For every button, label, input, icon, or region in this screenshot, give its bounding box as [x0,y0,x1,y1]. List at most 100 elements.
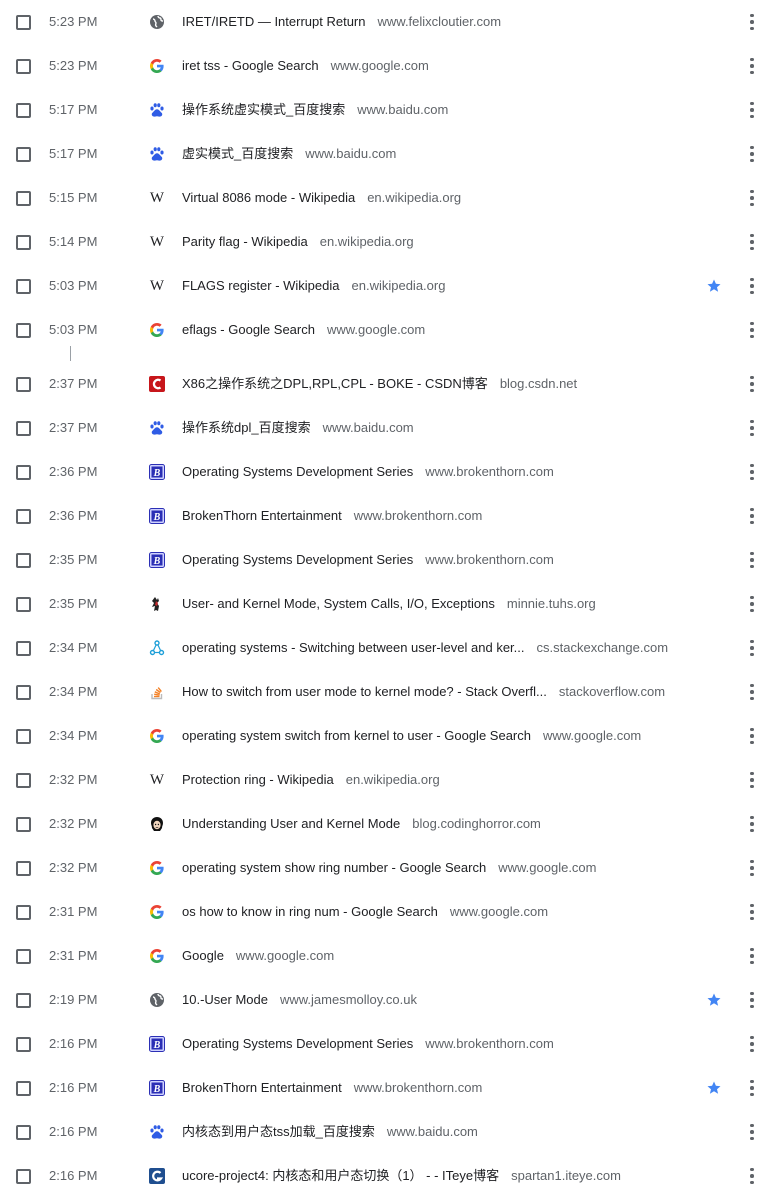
history-entry[interactable]: 5:17 PM 操作系统虚实模式_百度搜索 www.baidu.com [0,88,773,132]
history-entry[interactable]: 5:23 PM IRET/IRETD — Interrupt Return www.… [0,0,773,44]
select-checkbox[interactable] [16,279,31,294]
entry-title[interactable]: iret tss - Google Search [182,58,319,73]
select-checkbox[interactable] [16,861,31,876]
entry-domain[interactable]: www.baidu.com [323,420,414,435]
entry-link[interactable]: IRET/IRETD — Interrupt Return www.felixcl… [182,0,501,44]
more-actions-icon[interactable] [745,276,759,296]
more-actions-icon[interactable] [745,550,759,570]
select-checkbox[interactable] [16,465,31,480]
history-entry[interactable]: 5:14 PM W Parity flag - Wikipedia en.wikipe… [0,220,773,264]
more-actions-icon[interactable] [745,56,759,76]
more-actions-icon[interactable] [745,1034,759,1054]
entry-domain[interactable]: minnie.tuhs.org [507,596,596,611]
entry-title[interactable]: BrokenThorn Entertainment [182,1080,342,1095]
entry-link[interactable]: 内核态到用户态tss加载_百度搜索 www.baidu.com [182,1110,478,1154]
entry-domain[interactable]: en.wikipedia.org [346,772,440,787]
history-entry[interactable]: 2:32 PM operating system show ring number… [0,846,773,890]
entry-title[interactable]: Parity flag - Wikipedia [182,234,308,249]
select-checkbox[interactable] [16,773,31,788]
entry-title[interactable]: 操作系统虚实模式_百度搜索 [182,102,345,117]
select-checkbox[interactable] [16,377,31,392]
history-entry[interactable]: 2:35 PM User- and Kernel Mode, System Cal… [0,582,773,626]
entry-domain[interactable]: www.brokenthorn.com [425,464,554,479]
entry-title[interactable]: X86之操作系统之DPL,RPL,CPL - BOKE - CSDN博客 [182,376,488,391]
entry-link[interactable]: BrokenThorn Entertainment www.brokenthorn… [182,494,482,538]
more-actions-icon[interactable] [745,1166,759,1186]
select-checkbox[interactable] [16,685,31,700]
entry-link[interactable]: 操作系统dpl_百度搜索 www.baidu.com [182,406,414,450]
more-actions-icon[interactable] [745,946,759,966]
select-checkbox[interactable] [16,1081,31,1096]
entry-link[interactable]: 操作系统虚实模式_百度搜索 www.baidu.com [182,88,448,132]
entry-title[interactable]: IRET/IRETD — Interrupt Return [182,14,366,29]
history-entry[interactable]: 5:03 PM eflags - Google Search www.google.… [0,308,773,352]
entry-title[interactable]: os how to know in ring num - Google Sear… [182,904,438,919]
entry-domain[interactable]: www.baidu.com [387,1124,478,1139]
more-actions-icon[interactable] [745,990,759,1010]
entry-title[interactable]: Understanding User and Kernel Mode [182,816,400,831]
entry-link[interactable]: How to switch from user mode to kernel m… [182,670,665,714]
entry-domain[interactable]: www.brokenthorn.com [425,1036,554,1051]
entry-title[interactable]: FLAGS register - Wikipedia [182,278,340,293]
entry-domain[interactable]: www.jamesmolloy.co.uk [280,992,417,1007]
select-checkbox[interactable] [16,509,31,524]
entry-domain[interactable]: www.google.com [543,728,641,743]
history-entry[interactable]: 2:31 PM os how to know in ring num - Goog… [0,890,773,934]
select-checkbox[interactable] [16,817,31,832]
entry-domain[interactable]: www.google.com [331,58,429,73]
more-actions-icon[interactable] [745,902,759,922]
entry-link[interactable]: Google www.google.com [182,934,334,978]
entry-title[interactable]: BrokenThorn Entertainment [182,508,342,523]
entry-domain[interactable]: blog.csdn.net [500,376,577,391]
entry-link[interactable]: FLAGS register - Wikipedia en.wikipedia.o… [182,264,445,308]
history-entry[interactable]: 2:16 PM 内核态到用户态tss加载_百度搜索 www.baidu.com [0,1110,773,1154]
entry-title[interactable]: 10.-User Mode [182,992,268,1007]
history-entry[interactable]: 2:34 PM operating systems - Switching bet… [0,626,773,670]
more-actions-icon[interactable] [745,638,759,658]
more-actions-icon[interactable] [745,1078,759,1098]
select-checkbox[interactable] [16,905,31,920]
more-actions-icon[interactable] [745,814,759,834]
history-entry[interactable]: 2:34 PM How to switch from user mode to k… [0,670,773,714]
entry-link[interactable]: os how to know in ring num - Google Sear… [182,890,548,934]
select-checkbox[interactable] [16,949,31,964]
entry-domain[interactable]: en.wikipedia.org [320,234,414,249]
history-entry[interactable]: 5:03 PM W FLAGS register - Wikipedia en.wik… [0,264,773,308]
entry-domain[interactable]: stackoverflow.com [559,684,665,699]
more-actions-icon[interactable] [745,726,759,746]
entry-domain[interactable]: www.felixcloutier.com [378,14,502,29]
more-actions-icon[interactable] [745,770,759,790]
more-actions-icon[interactable] [745,462,759,482]
more-actions-icon[interactable] [745,144,759,164]
entry-domain[interactable]: www.baidu.com [305,146,396,161]
select-checkbox[interactable] [16,421,31,436]
select-checkbox[interactable] [16,147,31,162]
entry-link[interactable]: Operating Systems Development Series www.… [182,538,554,582]
more-actions-icon[interactable] [745,1122,759,1142]
entry-title[interactable]: Protection ring - Wikipedia [182,772,334,787]
history-entry[interactable]: 2:37 PM X86之操作系统之DPL,RPL,CPL - BOKE - CSD… [0,362,773,406]
entry-domain[interactable]: en.wikipedia.org [367,190,461,205]
select-checkbox[interactable] [16,59,31,74]
select-checkbox[interactable] [16,553,31,568]
entry-link[interactable]: operating system switch from kernel to u… [182,714,641,758]
entry-title[interactable]: operating system show ring number - Goog… [182,860,486,875]
more-actions-icon[interactable] [745,374,759,394]
history-entry[interactable]: 2:16 PM B BrokenThorn Entertainment www.bro… [0,1066,773,1110]
entry-link[interactable]: Operating Systems Development Series www.… [182,450,554,494]
entry-title[interactable]: 操作系统dpl_百度搜索 [182,420,311,435]
select-checkbox[interactable] [16,641,31,656]
select-checkbox[interactable] [16,103,31,118]
more-actions-icon[interactable] [745,418,759,438]
entry-domain[interactable]: spartan1.iteye.com [511,1168,621,1183]
entry-title[interactable]: Google [182,948,224,963]
more-actions-icon[interactable] [745,188,759,208]
entry-domain[interactable]: www.brokenthorn.com [354,1080,483,1095]
select-checkbox[interactable] [16,729,31,744]
more-actions-icon[interactable] [745,858,759,878]
entry-title[interactable]: 虚实模式_百度搜索 [182,146,293,161]
select-checkbox[interactable] [16,323,31,338]
entry-title[interactable]: How to switch from user mode to kernel m… [182,684,547,699]
select-checkbox[interactable] [16,15,31,30]
entry-link[interactable]: operating systems - Switching between us… [182,626,668,670]
